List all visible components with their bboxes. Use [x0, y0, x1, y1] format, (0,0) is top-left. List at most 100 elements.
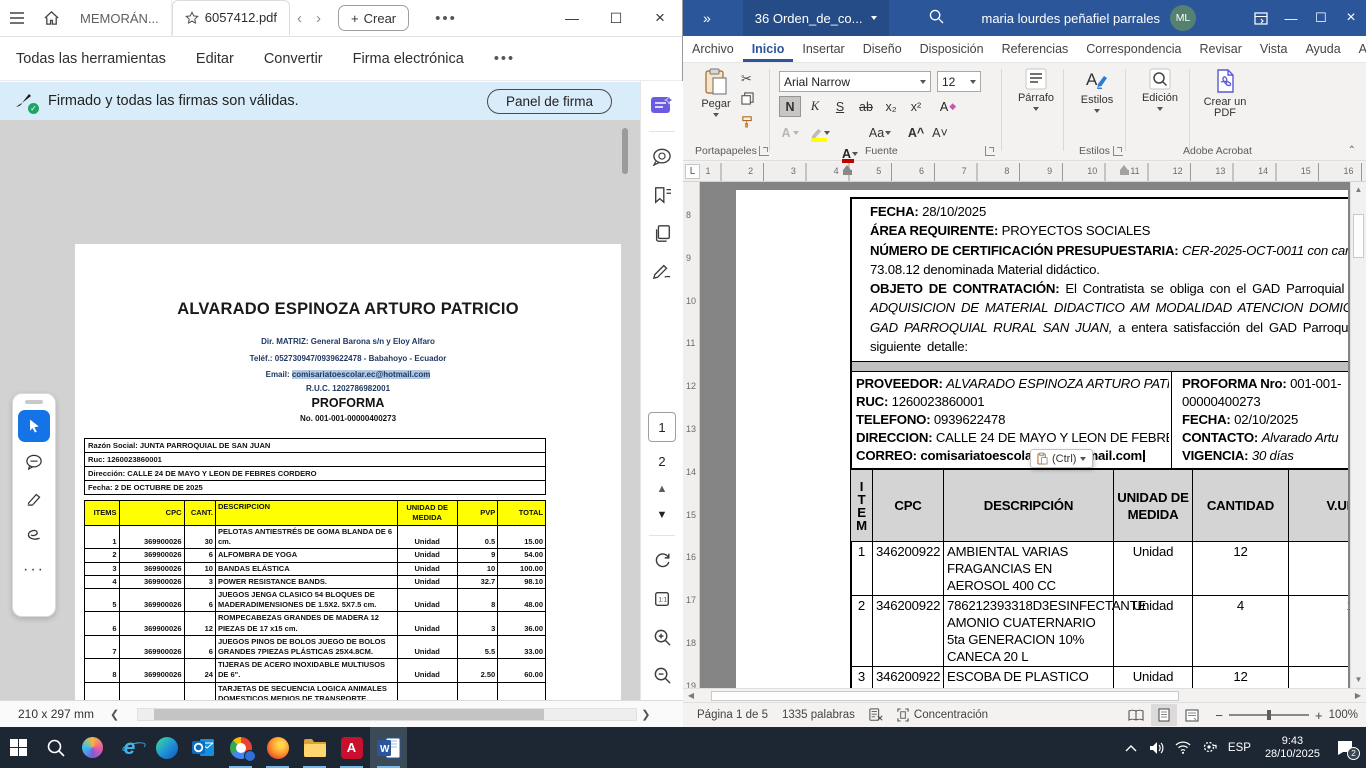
paste-button[interactable]: Pegar [693, 68, 739, 117]
highlight-tool-button[interactable] [18, 482, 50, 514]
home-icon[interactable] [34, 3, 68, 33]
zoom-slider[interactable] [1229, 714, 1309, 716]
edge-button[interactable] [148, 727, 185, 768]
first-line-indent-marker[interactable] [1120, 165, 1129, 178]
zoom-out-button[interactable]: − [1215, 708, 1223, 723]
avatar[interactable]: ML [1170, 5, 1196, 31]
paragraph-group-button[interactable]: Párrafo [1013, 68, 1059, 111]
scroll-up-icon[interactable]: ▲ [1351, 182, 1366, 198]
paste-options-button[interactable]: (Ctrl) [1030, 449, 1093, 468]
menu-firma-electronica[interactable]: Firma electrónica [353, 51, 464, 67]
vertical-ruler[interactable]: 891011121314151617181920 [683, 182, 700, 688]
zoom-in-button[interactable]: + [1315, 708, 1323, 723]
meet-now-icon[interactable] [1196, 741, 1222, 754]
menu-todas-herramientas[interactable]: Todas las herramientas [16, 51, 166, 67]
firefox-button[interactable] [259, 727, 296, 768]
page-down-icon[interactable]: ▼ [657, 509, 668, 521]
document-title[interactable]: 36 Orden_de_co... [743, 0, 889, 36]
word-minimize-button[interactable]: — [1276, 0, 1306, 36]
zoom-slider-thumb[interactable] [1267, 710, 1271, 720]
tab-revisar[interactable]: Revisar [1190, 36, 1250, 62]
acrobat-minimize-button[interactable]: — [550, 1, 594, 35]
styles-dialog-launcher-icon[interactable] [1113, 146, 1123, 156]
font-size-select[interactable]: 12 [937, 71, 981, 92]
tab-referencias[interactable]: Referencias [993, 36, 1078, 62]
volume-icon[interactable] [1144, 741, 1170, 755]
draw-tool-button[interactable] [18, 518, 50, 550]
grow-font-button[interactable]: A^ [905, 122, 927, 143]
ai-assistant-icon[interactable] [647, 91, 677, 121]
taskbar-search-button[interactable] [37, 727, 74, 768]
search-icon[interactable] [929, 9, 944, 27]
tab-acrobat-partial[interactable]: A [1350, 36, 1366, 62]
word-maximize-button[interactable]: ☐ [1306, 0, 1336, 36]
acrobat-maximize-button[interactable]: ☐ [594, 1, 638, 35]
tab-disposicion[interactable]: Disposición [911, 36, 993, 62]
language-indicator[interactable]: ESP [1228, 742, 1251, 754]
tab-active-pdf[interactable]: 6057412.pdf [172, 0, 290, 36]
font-color-button[interactable]: A [839, 143, 861, 164]
tab-insertar[interactable]: Insertar [793, 36, 853, 62]
scrollbar-thumb[interactable] [1353, 214, 1364, 258]
pages-panel-icon[interactable] [647, 218, 677, 248]
comment-tool-button[interactable] [18, 446, 50, 478]
rotate-page-icon[interactable] [647, 546, 677, 576]
star-icon[interactable] [185, 11, 199, 25]
change-case-button[interactable]: Aa [869, 122, 891, 143]
highlight-color-button[interactable] [809, 122, 831, 143]
format-painter-button[interactable] [741, 115, 754, 133]
internet-explorer-button[interactable]: e [111, 727, 148, 768]
more-options-icon[interactable]: ••• [435, 10, 457, 27]
cut-button[interactable]: ✂ [741, 71, 754, 87]
crear-button[interactable]: +Crear [338, 5, 409, 31]
tab-diseno[interactable]: Diseño [854, 36, 911, 62]
editing-group-button[interactable]: Edición [1135, 68, 1185, 111]
word-count[interactable]: 1335 palabras [782, 709, 855, 721]
zoom-in-icon[interactable] [647, 622, 677, 652]
tab-vista[interactable]: Vista [1251, 36, 1297, 62]
strikethrough-button[interactable]: ab [855, 96, 877, 117]
shrink-font-button[interactable]: A˅ [929, 122, 951, 143]
text-effects-button[interactable]: A [779, 122, 801, 143]
current-page-indicator[interactable]: 1 [648, 412, 676, 442]
comments-panel-icon[interactable] [647, 142, 677, 172]
collapse-ribbon-icon[interactable]: ⌃ [1348, 145, 1356, 156]
word-vertical-scrollbar[interactable]: ▲ ▼ [1350, 182, 1366, 688]
focus-mode[interactable]: Concentración [897, 708, 988, 722]
tab-next-icon[interactable]: › [309, 10, 328, 27]
font-dialog-launcher-icon[interactable] [985, 146, 995, 156]
pdf-viewport[interactable]: ALVARADO ESPINOZA ARTURO PATRICIO Dir. M… [0, 120, 640, 700]
read-mode-button[interactable] [1123, 704, 1149, 726]
horizontal-ruler[interactable]: L 12345678910111213141516 [683, 163, 1366, 182]
more-tools-icon[interactable]: ··· [18, 554, 50, 586]
acrobat-taskbar-button[interactable]: A [333, 727, 370, 768]
clear-formatting-button[interactable]: A◆ [937, 96, 959, 117]
page-up-icon[interactable]: ▲ [657, 483, 668, 495]
menu-editar[interactable]: Editar [196, 51, 234, 67]
scroll-right-icon[interactable]: ❯ [637, 708, 654, 721]
scrollbar-thumb[interactable] [154, 709, 544, 720]
copilot-button[interactable] [74, 727, 111, 768]
pdf-vertical-scrollbar[interactable] [622, 128, 628, 174]
select-tool-button[interactable] [18, 410, 50, 442]
superscript-button[interactable]: x² [905, 96, 927, 117]
wifi-icon[interactable] [1170, 741, 1196, 754]
tab-correspondencia[interactable]: Correspondencia [1077, 36, 1190, 62]
word-taskbar-button[interactable]: W [370, 727, 407, 768]
tab-memorandum[interactable]: MEMORÁN... [68, 0, 172, 36]
chrome-button[interactable] [222, 727, 259, 768]
file-explorer-button[interactable] [296, 727, 333, 768]
panel-firma-button[interactable]: Panel de firma [487, 89, 612, 114]
scrollbar-thumb[interactable] [711, 691, 1179, 701]
bold-button[interactable]: N [779, 96, 801, 117]
zoom-level[interactable]: 100% [1329, 709, 1358, 721]
font-name-select[interactable]: Arial Narrow [779, 71, 931, 92]
create-pdf-button[interactable]: Crear un PDF [1199, 68, 1251, 119]
tab-archivo[interactable]: Archivo [683, 36, 743, 62]
web-layout-button[interactable] [1179, 704, 1205, 726]
page-fit-icon[interactable]: 1:1 [647, 584, 677, 614]
bookmarks-panel-icon[interactable] [647, 180, 677, 210]
word-page[interactable]: FECHA: 28/10/2025ÁREA REQUIRENTE: PROYEC… [736, 190, 1348, 688]
word-horizontal-scrollbar[interactable]: ◀ ▶ [683, 688, 1366, 702]
underline-button[interactable]: S [829, 96, 851, 117]
